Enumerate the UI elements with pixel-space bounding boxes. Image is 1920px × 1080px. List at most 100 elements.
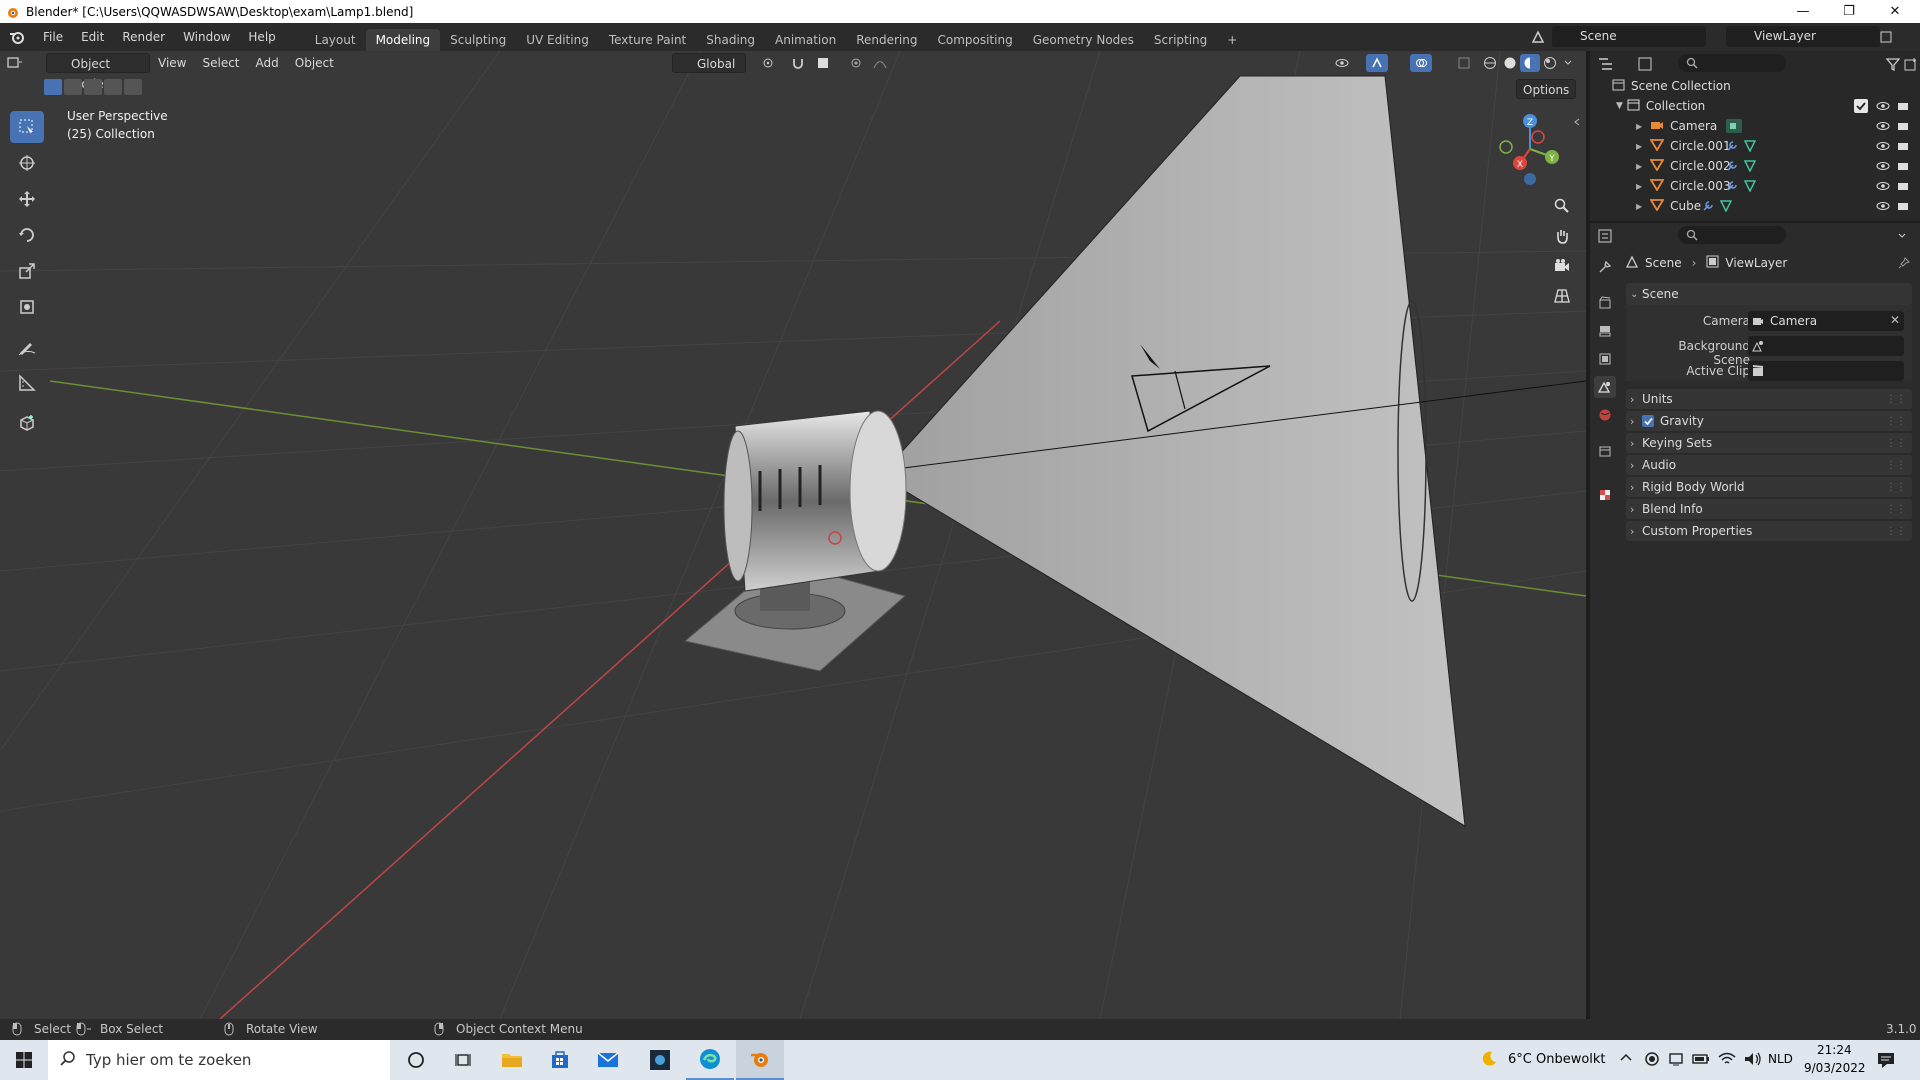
- scene-selector[interactable]: Scene: [1552, 26, 1706, 47]
- visibility-eye-icon[interactable]: [1876, 199, 1890, 213]
- pin-icon[interactable]: [1896, 255, 1912, 271]
- viewport-menu-select[interactable]: Select: [194, 53, 247, 73]
- menu-edit[interactable]: Edit: [72, 23, 113, 51]
- select-invert-icon[interactable]: [104, 79, 122, 95]
- collection-expand-arrow-icon[interactable]: ▼: [1616, 101, 1623, 111]
- snap-magnet-icon[interactable]: [788, 54, 808, 72]
- expand-arrow-icon[interactable]: ▶: [1636, 142, 1642, 151]
- viewlayer-selector[interactable]: ViewLayer: [1726, 26, 1880, 47]
- material-preview-shading-icon[interactable]: [1520, 54, 1540, 72]
- edge-browser-icon[interactable]: [686, 1040, 734, 1080]
- tool-tab-icon[interactable]: [1594, 256, 1616, 278]
- pivot-point-icon[interactable]: [756, 54, 780, 72]
- object-mode-dropdown[interactable]: Object Mode: [46, 53, 150, 91]
- transform-orientation-dropdown[interactable]: Global: [672, 53, 746, 73]
- rotate-tool[interactable]: [10, 219, 44, 251]
- mesh-data-icon[interactable]: [1744, 140, 1756, 152]
- subpanel-keying-sets[interactable]: › Keying Sets ⋮⋮: [1626, 433, 1912, 453]
- weather-moon-icon[interactable]: [1480, 1050, 1498, 1071]
- clock-time[interactable]: 21:24: [1817, 1043, 1852, 1057]
- drag-handle-icon[interactable]: ⋮⋮: [1886, 438, 1906, 449]
- outliner-editor-type-icon[interactable]: [1598, 55, 1628, 73]
- background-scene-field[interactable]: [1748, 336, 1904, 356]
- wifi-icon[interactable]: [1718, 1051, 1736, 1070]
- viewport-menu-object[interactable]: Object: [287, 53, 342, 73]
- tray-device-icon[interactable]: [1668, 1051, 1684, 1070]
- wireframe-shading-icon[interactable]: [1480, 54, 1500, 72]
- visibility-selectability-icon[interactable]: [1330, 54, 1354, 72]
- select-new-icon[interactable]: [44, 79, 62, 95]
- navigation-gizmo[interactable]: Z Y X: [1490, 109, 1570, 189]
- close-window-button[interactable]: ✕: [1872, 0, 1918, 23]
- outliner-item-camera[interactable]: ▶ Camera: [1590, 116, 1920, 136]
- game-app-icon[interactable]: [636, 1040, 684, 1080]
- expand-arrow-icon[interactable]: ▶: [1636, 202, 1642, 211]
- gizmo-toggle-icon[interactable]: [1366, 54, 1388, 72]
- menu-window[interactable]: Window: [174, 23, 239, 51]
- drag-handle-icon[interactable]: ⋮⋮: [1886, 526, 1906, 537]
- solid-shading-icon[interactable]: [1500, 54, 1520, 72]
- maximize-button[interactable]: ❐: [1826, 0, 1872, 23]
- clock-date[interactable]: 9/03/2022: [1804, 1061, 1866, 1075]
- select-subtract-icon[interactable]: [84, 79, 102, 95]
- subpanel-gravity[interactable]: › Gravity ⋮⋮: [1626, 411, 1912, 431]
- language-indicator[interactable]: NLD: [1768, 1052, 1793, 1066]
- drag-handle-icon[interactable]: ⋮⋮: [1886, 482, 1906, 493]
- proportional-falloff-icon[interactable]: [868, 54, 892, 72]
- collection-checkbox-icon[interactable]: [1854, 99, 1868, 113]
- mail-icon[interactable]: [584, 1040, 632, 1080]
- view-layer-tab-icon[interactable]: [1594, 348, 1616, 370]
- properties-editor-type-icon[interactable]: [1598, 227, 1628, 245]
- cortana-icon[interactable]: [392, 1040, 440, 1080]
- shading-options-chevron-icon[interactable]: [1560, 54, 1576, 72]
- windows-start-icon[interactable]: [0, 1040, 48, 1080]
- move-tool[interactable]: [10, 183, 44, 215]
- sidebar-toggle-chevron-icon[interactable]: [1572, 115, 1582, 129]
- measure-tool[interactable]: [10, 367, 44, 399]
- drag-handle-icon[interactable]: ⋮⋮: [1886, 460, 1906, 471]
- properties-chevron-down-icon[interactable]: [1898, 227, 1914, 245]
- rendered-shading-icon[interactable]: [1540, 54, 1560, 72]
- outliner-item-circle-003[interactable]: ▶ Circle.003: [1590, 176, 1920, 196]
- camera-view-icon[interactable]: [1548, 253, 1576, 279]
- subpanel-audio[interactable]: › Audio ⋮⋮: [1626, 455, 1912, 475]
- camera-data-icon[interactable]: [1726, 119, 1742, 133]
- outliner-item-circle-001[interactable]: ▶ Circle.001: [1590, 136, 1920, 156]
- file-explorer-icon[interactable]: [488, 1040, 536, 1080]
- outliner-collection-row[interactable]: ▼ Collection: [1590, 96, 1920, 116]
- collection-render-camera-icon[interactable]: [1896, 99, 1910, 113]
- visibility-eye-icon[interactable]: [1876, 119, 1890, 133]
- tab-sculpting[interactable]: Sculpting: [440, 29, 516, 51]
- new-viewlayer-icon[interactable]: [1876, 28, 1896, 46]
- tab-layout[interactable]: Layout: [305, 29, 366, 51]
- volume-icon[interactable]: [1744, 1051, 1762, 1070]
- render-camera-icon[interactable]: [1896, 139, 1910, 153]
- task-view-icon[interactable]: [440, 1040, 488, 1080]
- blender-taskbar-icon[interactable]: [736, 1040, 784, 1080]
- viewport-menu-add[interactable]: Add: [248, 53, 287, 73]
- scene-camera-field[interactable]: Camera: [1748, 311, 1904, 331]
- proportional-editing-icon[interactable]: [846, 54, 866, 72]
- mesh-data-icon[interactable]: [1744, 180, 1756, 192]
- mesh-data-icon[interactable]: [1744, 160, 1756, 172]
- drag-handle-icon[interactable]: ⋮⋮: [1886, 394, 1906, 405]
- menu-file[interactable]: File: [34, 23, 72, 51]
- display-mode-icon[interactable]: [1638, 55, 1668, 73]
- editor-type-icon[interactable]: [0, 56, 30, 70]
- tab-modeling[interactable]: Modeling: [365, 29, 441, 51]
- select-extend-icon[interactable]: [64, 79, 82, 95]
- render-tab-icon[interactable]: [1594, 292, 1616, 314]
- collection-eye-icon[interactable]: [1876, 99, 1890, 113]
- pan-hand-icon[interactable]: [1548, 223, 1576, 249]
- add-workspace-button[interactable]: +: [1217, 29, 1247, 51]
- tab-geometry-nodes[interactable]: Geometry Nodes: [1023, 29, 1144, 51]
- mesh-data-icon[interactable]: [1720, 200, 1732, 212]
- select-box-tool[interactable]: [10, 111, 44, 143]
- weather-text[interactable]: 6°C Onbewolkt: [1508, 1052, 1606, 1067]
- select-intersect-icon[interactable]: [124, 79, 142, 95]
- active-clip-field[interactable]: [1748, 361, 1904, 381]
- wrench-icon[interactable]: [1726, 140, 1738, 152]
- visibility-eye-icon[interactable]: [1876, 179, 1890, 193]
- output-tab-icon[interactable]: [1594, 320, 1616, 342]
- wrench-icon[interactable]: [1726, 160, 1738, 172]
